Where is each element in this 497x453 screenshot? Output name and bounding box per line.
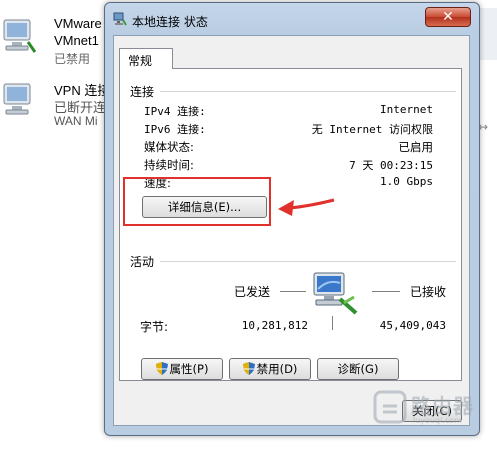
network-adapter-icon	[3, 19, 36, 53]
annotation-arrow-icon	[278, 198, 335, 216]
diagnose-button-label: 诊断(G)	[337, 362, 379, 376]
ipv6-value: 无 Internet 访问权限	[311, 123, 433, 136]
bytes-divider	[332, 316, 333, 330]
connection-group-title: 连接	[130, 85, 155, 99]
ipv4-value: Internet	[380, 103, 433, 116]
sent-label: 已发送	[234, 285, 271, 299]
diagnose-button[interactable]: 诊断(G)	[317, 358, 399, 380]
router-logo-icon	[373, 390, 407, 424]
network-item-vmware[interactable]: VMware VMnet1 已禁用	[0, 12, 110, 72]
vpn-connection-icon	[3, 83, 31, 115]
media-state-value: 已启用	[398, 140, 434, 154]
title-bar[interactable]: 本地连接 状态 ✕	[105, 3, 479, 35]
received-label: 已接收	[410, 285, 447, 299]
dialog-client-area: 常规 连接 IPv4 连接: Internet IPv6 连接: 无 Inter…	[113, 35, 470, 426]
bytes-label: 字节:	[140, 320, 169, 334]
annotation-highlight-box	[123, 177, 271, 226]
network-activity-icon	[313, 272, 358, 315]
watermark-text: 路由器	[411, 394, 474, 418]
duration-label: 持续时间:	[144, 158, 194, 172]
network-item-device: VMnet1	[54, 33, 99, 48]
speed-value: 1.0 Gbps	[380, 175, 433, 188]
uac-shield-icon	[155, 362, 168, 375]
network-item-vpn[interactable]: VPN 连接 已断开连接 WAN Mi	[0, 76, 119, 136]
uac-shield-icon	[242, 362, 255, 375]
network-status-icon	[113, 12, 127, 26]
network-item-name: VMware	[54, 16, 102, 31]
duration-value: 7 天 00:23:15	[349, 159, 433, 172]
activity-group-title: 活动	[130, 255, 155, 269]
dialog-title: 本地连接 状态	[132, 15, 208, 29]
tab-general[interactable]: 常规	[119, 48, 173, 69]
bytes-received-value: 45,409,043	[379, 319, 446, 332]
ipv4-label: IPv4 连接:	[144, 105, 206, 118]
media-state-label: 媒体状态:	[144, 140, 194, 154]
network-item-device: WAN Mi	[54, 114, 98, 128]
watermark-logo: 路由器 luyouqi.com	[365, 384, 497, 434]
close-icon: ✕	[442, 9, 454, 25]
activity-separator	[160, 261, 456, 262]
sent-line	[280, 291, 306, 292]
connection-separator	[160, 91, 456, 92]
close-window-button[interactable]: ✕	[425, 7, 471, 27]
ipv6-label: IPv6 连接:	[144, 123, 206, 136]
received-line	[372, 291, 400, 292]
bytes-sent-value: 10,281,812	[241, 319, 308, 332]
network-item-status: 已禁用	[54, 52, 91, 66]
watermark-subtext: luyouqi.com	[413, 416, 462, 425]
disable-button-label: 禁用(D)	[256, 362, 298, 376]
properties-button[interactable]: 属性(P)	[141, 358, 223, 380]
disable-button[interactable]: 禁用(D)	[229, 358, 311, 380]
properties-button-label: 属性(P)	[169, 362, 209, 376]
tab-general-label: 常规	[128, 54, 153, 68]
